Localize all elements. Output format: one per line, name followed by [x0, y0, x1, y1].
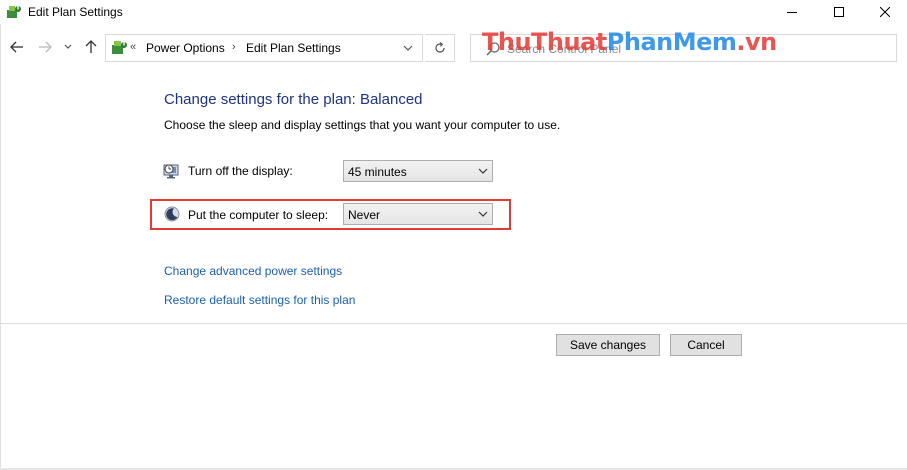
- recent-locations-button[interactable]: [62, 38, 74, 56]
- restore-defaults-link[interactable]: Restore default settings for this plan: [164, 293, 355, 307]
- search-input[interactable]: [507, 40, 887, 58]
- arrow-left-icon: [10, 41, 23, 53]
- title-bar: Edit Plan Settings: [0, 0, 907, 24]
- page-title: Change settings for the plan: Balanced: [164, 91, 423, 108]
- display-timeout-select[interactable]: 45 minutes: [343, 160, 493, 182]
- chevron-down-icon: [403, 45, 413, 51]
- chevron-down-icon: [478, 168, 488, 174]
- breadcrumb-overflow[interactable]: «: [130, 41, 136, 53]
- close-icon: [880, 7, 890, 17]
- search-box[interactable]: [470, 34, 897, 62]
- save-changes-button[interactable]: Save changes: [556, 334, 660, 356]
- refresh-icon: [434, 42, 445, 53]
- minimize-button[interactable]: [769, 0, 815, 24]
- maximize-icon: [834, 7, 844, 17]
- sleep-highlight-box: [150, 199, 511, 230]
- arrow-up-icon: [85, 40, 97, 53]
- page-description: Choose the sleep and display settings th…: [164, 118, 561, 132]
- display-timeout-value: 45 minutes: [348, 165, 407, 179]
- display-timeout-label: Turn off the display:: [188, 164, 293, 178]
- refresh-button[interactable]: [425, 34, 455, 62]
- monitor-clock-icon: [163, 164, 179, 179]
- window-border: [0, 24, 1, 470]
- control-panel-icon: [112, 41, 127, 54]
- close-button[interactable]: [862, 0, 907, 24]
- arrow-right-icon: [39, 41, 52, 53]
- back-button[interactable]: [8, 38, 26, 56]
- breadcrumb-power-options[interactable]: Power Options: [146, 41, 225, 55]
- minimize-icon: [787, 12, 797, 13]
- advanced-power-settings-link[interactable]: Change advanced power settings: [164, 264, 342, 278]
- address-history-dropdown[interactable]: [400, 40, 416, 56]
- address-bar[interactable]: « Power Options › Edit Plan Settings: [105, 34, 423, 62]
- chevron-down-icon: [64, 44, 72, 49]
- forward-button[interactable]: [36, 38, 54, 56]
- maximize-button[interactable]: [816, 0, 862, 24]
- up-button[interactable]: [82, 38, 100, 56]
- cancel-button[interactable]: Cancel: [670, 334, 742, 356]
- window-title: Edit Plan Settings: [28, 5, 123, 19]
- divider: [0, 323, 907, 324]
- breadcrumb-edit-plan-settings[interactable]: Edit Plan Settings: [246, 41, 341, 55]
- power-options-icon: [7, 6, 21, 18]
- search-icon: [486, 42, 500, 56]
- breadcrumb-separator[interactable]: ›: [232, 41, 236, 53]
